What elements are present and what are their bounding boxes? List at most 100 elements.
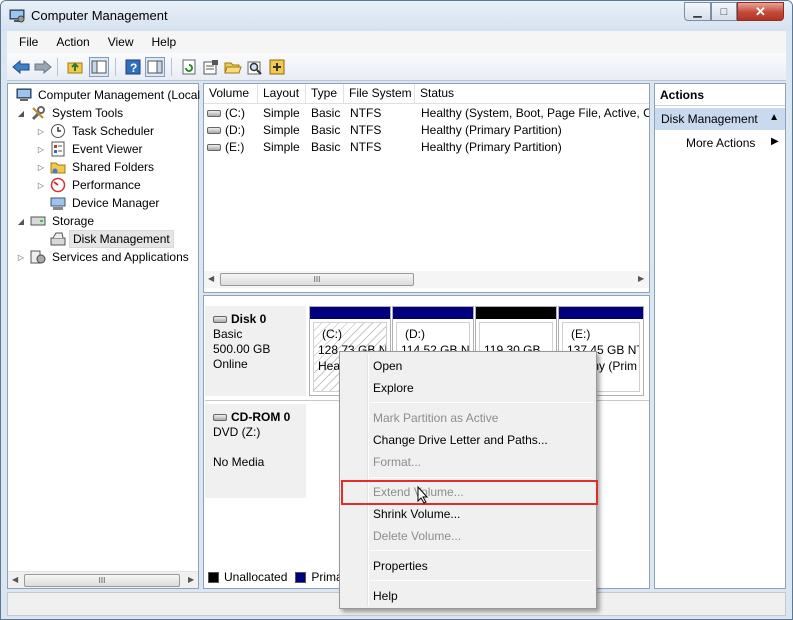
partition-label: (E:) bbox=[571, 327, 591, 341]
menu-item-open[interactable]: Open bbox=[373, 356, 402, 376]
menu-item-delete-volume[interactable]: Delete Volume... bbox=[373, 526, 461, 546]
column-header-volume[interactable]: Volume bbox=[204, 84, 258, 104]
menu-item-mark-active[interactable]: Mark Partition as Active bbox=[373, 408, 498, 428]
volume-layout: Simple bbox=[263, 123, 300, 137]
scroll-thumb[interactable]: III bbox=[220, 273, 414, 286]
clock-icon bbox=[50, 123, 66, 139]
volume-type: Basic bbox=[311, 123, 341, 137]
menu-item-change-drive-letter[interactable]: Change Drive Letter and Paths... bbox=[373, 430, 548, 450]
partition-bar bbox=[310, 307, 390, 319]
actions-section-disk-management[interactable]: Disk Management ▲ bbox=[655, 108, 785, 130]
column-header-status[interactable]: Status bbox=[415, 84, 651, 104]
tree-label: Storage bbox=[52, 214, 95, 228]
table-row[interactable]: (E:) Simple Basic NTFS Healthy (Primary … bbox=[204, 139, 649, 156]
expand-arrow-icon[interactable]: ▷ bbox=[36, 181, 46, 190]
column-header-type[interactable]: Type bbox=[306, 84, 344, 104]
tree-disk-management[interactable]: Disk Management bbox=[46, 230, 174, 248]
tree-device-manager[interactable]: Device Manager bbox=[46, 194, 162, 212]
computer-icon bbox=[16, 87, 32, 103]
menu-view[interactable]: View bbox=[102, 35, 140, 49]
show-hide-action-pane-icon[interactable] bbox=[145, 57, 165, 77]
tree-performance[interactable]: ▷ Performance bbox=[36, 176, 144, 194]
menu-item-explore[interactable]: Explore bbox=[373, 378, 414, 398]
tree-label: System Tools bbox=[52, 106, 124, 120]
red-highlight-box bbox=[341, 480, 598, 505]
tree-services-applications[interactable]: ▷ Services and Applications bbox=[16, 248, 192, 266]
volume-status: Healthy (System, Boot, Page File, Active… bbox=[421, 106, 649, 120]
menu-item-format[interactable]: Format... bbox=[373, 452, 421, 472]
menu-item-help[interactable]: Help bbox=[373, 586, 398, 606]
tree-event-viewer[interactable]: ▷ Event Viewer bbox=[36, 140, 145, 158]
scroll-right-icon[interactable]: ▶ bbox=[188, 575, 194, 584]
tree-root[interactable]: Computer Management (Local bbox=[12, 86, 203, 104]
disk-size: 500.00 GB bbox=[213, 342, 271, 356]
svg-text:?: ? bbox=[130, 61, 137, 75]
maximize-button[interactable]: □ bbox=[711, 2, 737, 21]
collapse-arrow-icon[interactable]: ◢ bbox=[16, 109, 26, 118]
scroll-thumb[interactable]: III bbox=[24, 574, 180, 587]
tree-label: Services and Applications bbox=[52, 250, 189, 264]
show-hide-tree-icon[interactable] bbox=[89, 57, 109, 77]
toolbar-separator bbox=[171, 58, 172, 76]
disk-settings-icon[interactable] bbox=[267, 57, 287, 77]
column-header-file-system[interactable]: File System bbox=[344, 84, 415, 104]
menu-item-properties[interactable]: Properties bbox=[373, 556, 428, 576]
tree-label: Event Viewer bbox=[72, 142, 143, 156]
tree-root-label: Computer Management (Local bbox=[38, 88, 201, 102]
actions-section-label: Disk Management bbox=[661, 112, 758, 126]
collapse-up-icon[interactable]: ▲ bbox=[769, 112, 779, 123]
volume-name: (C:) bbox=[225, 106, 245, 120]
submenu-arrow-icon: ▶ bbox=[771, 136, 779, 147]
partition-bar bbox=[393, 307, 473, 319]
menu-bar: File Action View Help bbox=[7, 31, 786, 53]
collapse-arrow-icon[interactable]: ◢ bbox=[16, 217, 26, 226]
menu-file[interactable]: File bbox=[13, 35, 44, 49]
tree-label: Shared Folders bbox=[72, 160, 155, 174]
refresh-icon[interactable] bbox=[179, 57, 199, 77]
close-button[interactable]: ✕ bbox=[737, 2, 784, 21]
up-folder-icon[interactable] bbox=[65, 57, 85, 77]
actions-title: Actions bbox=[655, 84, 785, 106]
tree-storage[interactable]: ◢ Storage bbox=[16, 212, 97, 230]
search-icon[interactable] bbox=[245, 57, 265, 77]
tree-task-scheduler[interactable]: ▷ Task Scheduler bbox=[36, 122, 157, 140]
volume-list-horizontal-scrollbar[interactable]: ◀ III ▶ bbox=[204, 271, 649, 288]
scroll-left-icon[interactable]: ◀ bbox=[12, 575, 18, 584]
tree-horizontal-scrollbar[interactable]: ◀ III ▶ bbox=[8, 571, 198, 588]
services-icon bbox=[30, 249, 46, 265]
scroll-left-icon[interactable]: ◀ bbox=[208, 274, 214, 283]
more-actions-item[interactable]: More Actions ▶ bbox=[686, 136, 779, 150]
properties-icon[interactable] bbox=[201, 57, 221, 77]
performance-icon bbox=[50, 177, 66, 193]
menu-action[interactable]: Action bbox=[50, 35, 95, 49]
tree-shared-folders[interactable]: ▷ Shared Folders bbox=[36, 158, 157, 176]
menu-help[interactable]: Help bbox=[146, 35, 183, 49]
disk-state: No Media bbox=[213, 455, 265, 469]
expand-arrow-icon[interactable]: ▷ bbox=[36, 145, 46, 154]
event-viewer-icon bbox=[50, 141, 66, 157]
expand-arrow-icon[interactable]: ▷ bbox=[16, 253, 26, 262]
menu-item-shrink-volume[interactable]: Shrink Volume... bbox=[373, 504, 460, 524]
toolbar-separator bbox=[115, 58, 116, 76]
table-row[interactable]: (D:) Simple Basic NTFS Healthy (Primary … bbox=[204, 122, 649, 139]
more-actions-label: More Actions bbox=[686, 136, 756, 150]
tree-label: Disk Management bbox=[69, 230, 174, 248]
disk-management-icon bbox=[50, 231, 66, 247]
expand-arrow-icon[interactable]: ▷ bbox=[36, 163, 46, 172]
open-folder-icon[interactable] bbox=[223, 57, 243, 77]
back-arrow-icon[interactable] bbox=[11, 57, 31, 77]
disk-0-info[interactable]: Disk 0 Basic 500.00 GB Online bbox=[205, 306, 306, 396]
expand-arrow-icon[interactable]: ▷ bbox=[36, 127, 46, 136]
forward-arrow-icon[interactable] bbox=[33, 57, 53, 77]
title-bar[interactable]: Computer Management ▁ □ ✕ bbox=[1, 1, 792, 31]
column-header-layout[interactable]: Layout bbox=[258, 84, 306, 104]
volume-name: (E:) bbox=[225, 140, 245, 154]
minimize-button[interactable]: ▁ bbox=[684, 2, 711, 21]
tree-system-tools[interactable]: ◢ System Tools bbox=[16, 104, 126, 122]
disk-type: Basic bbox=[213, 327, 243, 341]
help-icon[interactable]: ? bbox=[123, 57, 143, 77]
cdrom-0-info[interactable]: CD-ROM 0 DVD (Z:) No Media bbox=[205, 404, 306, 498]
cdrom-icon bbox=[213, 414, 227, 422]
scroll-right-icon[interactable]: ▶ bbox=[638, 274, 644, 283]
table-row[interactable]: (C:) Simple Basic NTFS Healthy (System, … bbox=[204, 105, 649, 122]
